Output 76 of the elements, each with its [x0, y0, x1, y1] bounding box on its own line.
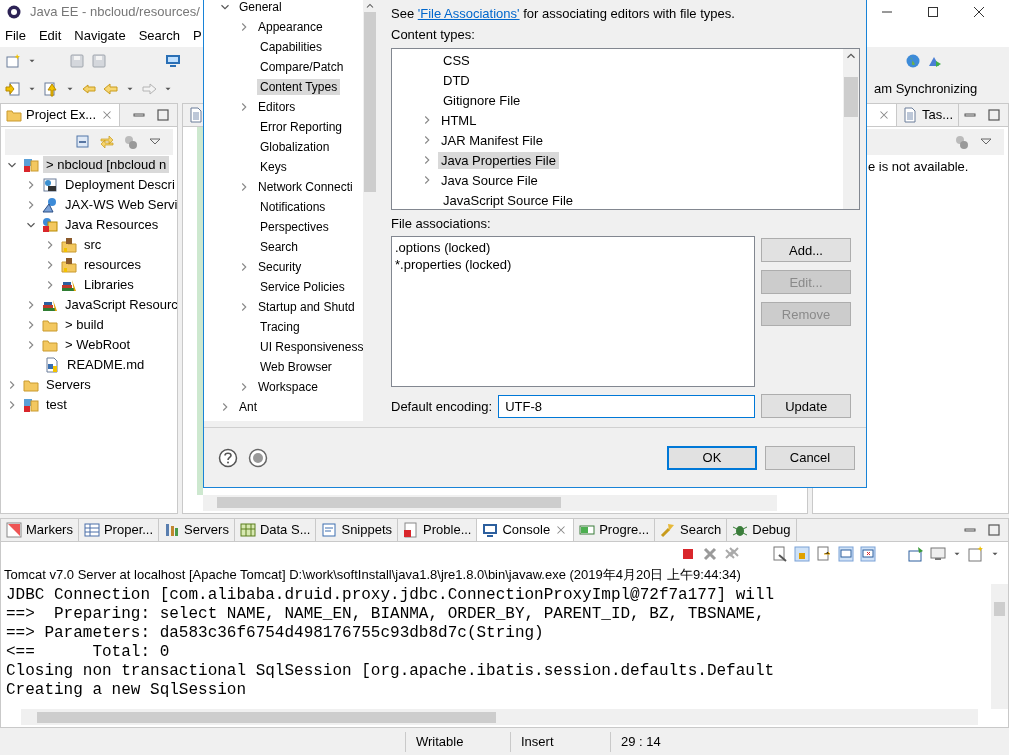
- menu-item[interactable]: Edit: [38, 27, 62, 43]
- content-type-item[interactable]: Gitignore File: [440, 91, 524, 109]
- content-type-item[interactable]: Java Properties File: [438, 151, 559, 169]
- content-type-item[interactable]: JavaScript Source File: [440, 191, 577, 209]
- tree-item[interactable]: Appearance: [255, 19, 326, 35]
- encoding-field[interactable]: UTF-8: [498, 394, 756, 418]
- content-type-item[interactable]: CSS: [440, 51, 473, 69]
- tree-item[interactable]: README.md: [64, 356, 148, 374]
- window-title: Java EE - nbcloud/resources/: [30, 4, 200, 20]
- cancel-button[interactable]: Cancel: [765, 445, 855, 470]
- view-tab[interactable]: Console: [477, 518, 575, 541]
- console-line: ==> Preparing: select NAME, NAME_EN, BIANMA, ORDER_BY, PARENT_ID, BZ, TBSNAME,: [6, 604, 766, 624]
- tree-item[interactable]: Network Connecti: [255, 179, 356, 195]
- dialog-button[interactable]: Add...: [761, 238, 851, 262]
- menu-item[interactable]: P: [192, 27, 202, 43]
- tree-item[interactable]: JAX-WS Web Servi: [62, 196, 177, 214]
- content-type-item[interactable]: Java Source File: [438, 171, 541, 189]
- tree-item[interactable]: Notifications: [257, 199, 329, 215]
- tree-item[interactable]: Content Types: [257, 79, 341, 95]
- tree-item[interactable]: resources: [81, 256, 145, 274]
- tree-item[interactable]: Error Reporting: [257, 119, 346, 135]
- tree-item[interactable]: Java Resources: [62, 216, 162, 234]
- tree-item[interactable]: Search: [257, 239, 302, 255]
- content-type-item[interactable]: HTML: [438, 111, 480, 129]
- tree-item[interactable]: Startup and Shutd: [255, 299, 358, 315]
- tree-item[interactable]: > WebRoot: [62, 336, 134, 354]
- tree-item[interactable]: src: [81, 236, 105, 254]
- tree-item[interactable]: JavaScript Resourc: [62, 296, 177, 314]
- content-type-item[interactable]: DTD: [440, 71, 473, 89]
- view-message: e is not available.: [867, 158, 970, 174]
- console-title: Tomcat v7.0 Server at localhost [Apache Tomcat] D:\work\softInstall\java1.8\jre1.8.0\bin\javaw.exe (2019年4月20日 上午9:44:34): [3, 565, 742, 584]
- file-associations-list[interactable]: .options (locked) *.properties (locked): [391, 236, 755, 387]
- menu-item[interactable]: File: [5, 27, 26, 43]
- tree-item[interactable]: Deployment Descri: [62, 176, 177, 194]
- tree-item[interactable]: Ant: [236, 399, 260, 415]
- update-button[interactable]: Update: [761, 394, 852, 418]
- tree-item[interactable]: > build: [62, 316, 107, 334]
- tree-item[interactable]: Workspace: [255, 379, 321, 395]
- content-types-label: Content types:: [391, 27, 476, 42]
- tree-item[interactable]: UI Responsiveness: [257, 339, 363, 355]
- tree-item[interactable]: Web Browser: [257, 359, 335, 375]
- ok-button[interactable]: OK: [667, 445, 757, 470]
- tree-item[interactable]: Security: [255, 259, 305, 275]
- tree-item[interactable]: Editors: [255, 99, 299, 115]
- file-associations-link[interactable]: 'File Associations': [417, 6, 520, 21]
- description-text: See 'File Associations' for associating editors with file types.: [391, 6, 736, 21]
- console-line: ==> Parameters: da583c36f6754d498176755c93db8d7c(String): [6, 623, 545, 643]
- content-types-list[interactable]: CSS DTD Gitignore File HTML JAR Manifest File Java Properties File Java Source File JavaScript Source File: [391, 48, 860, 210]
- tree-item[interactable]: General: [236, 0, 285, 15]
- tree-item[interactable]: Capabilities: [257, 39, 326, 55]
- status-field: Writable: [405, 731, 510, 752]
- content-type-item[interactable]: JAR Manifest File: [438, 131, 546, 149]
- tree-item[interactable]: Keys: [257, 159, 290, 175]
- tree-item[interactable]: Perspectives: [257, 219, 332, 235]
- status-field: 29 : 14: [610, 731, 720, 752]
- perspective-label[interactable]: am Synchronizing: [874, 74, 1009, 103]
- tree-item[interactable]: Servers: [43, 376, 94, 394]
- association-item[interactable]: .options (locked): [395, 239, 751, 256]
- console-line: Creating a new SqlSession: [6, 680, 248, 700]
- tree-item[interactable]: > nbcloud [nbcloud n: [43, 156, 170, 174]
- encoding-label: Default encoding:: [391, 398, 493, 414]
- view-tab[interactable]: Project Ex...: [1, 103, 121, 126]
- console-line: Closing non transactional SqlSession [org.apache.ibatis.session.defaults.Default: [6, 661, 776, 681]
- tree-item[interactable]: test: [43, 396, 70, 414]
- tree-item[interactable]: Compare/Patch: [257, 59, 347, 75]
- console-line: <== Total: 0: [6, 642, 171, 662]
- menu-item[interactable]: Navigate: [74, 27, 126, 43]
- console-line: JDBC Connection [com.alibaba.druid.proxy.jdbc.ConnectionProxyImpl@72f7a177] will: [6, 585, 776, 605]
- tree-item[interactable]: Service Policies: [257, 279, 348, 295]
- association-item[interactable]: *.properties (locked): [395, 256, 751, 273]
- file-associations-label: File associations:: [391, 216, 492, 231]
- status-field: Insert: [510, 731, 610, 752]
- tree-item[interactable]: Tracing: [257, 319, 303, 335]
- menu-item[interactable]: Search: [138, 27, 180, 43]
- tree-item[interactable]: Globalization: [257, 139, 333, 155]
- tree-item[interactable]: Libraries: [81, 276, 137, 294]
